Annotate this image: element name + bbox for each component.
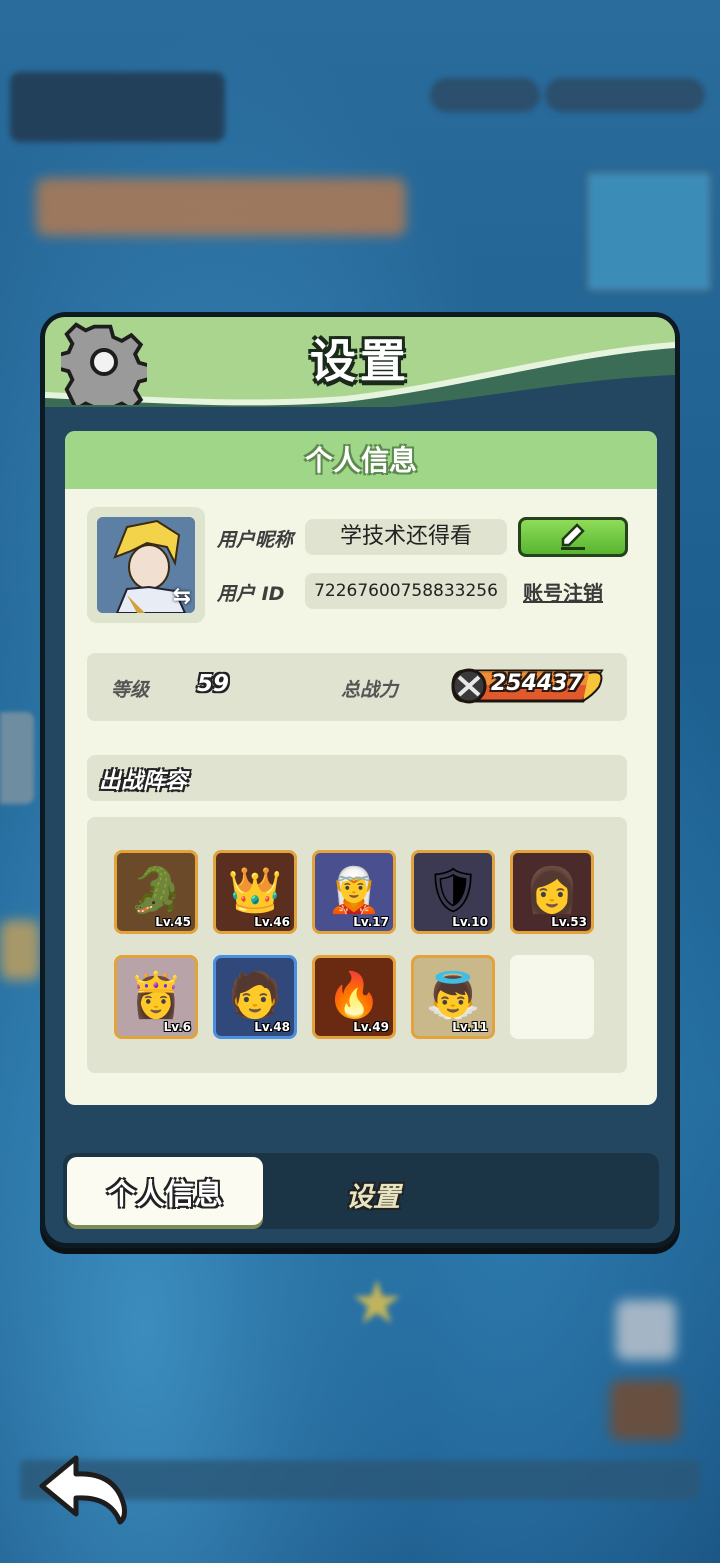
user-id-field: 72267600758833256 bbox=[305, 573, 507, 609]
hero-slot[interactable]: 🛡 Lv.10 bbox=[411, 850, 495, 934]
tab-settings-label: 设置 bbox=[346, 1182, 400, 1213]
tab-personal-info-label: 个人信息 bbox=[106, 1177, 223, 1211]
nickname-field: 学技术还得看 bbox=[305, 519, 507, 555]
king-hero-icon: 👑 bbox=[227, 865, 283, 917]
tab-bar: 个人信息 设置 bbox=[63, 1153, 659, 1229]
dialog-header: 设置 bbox=[45, 317, 675, 407]
empty-hero-slot[interactable] bbox=[510, 955, 594, 1039]
hero-level: Lv.10 bbox=[452, 915, 488, 929]
blurred-right-icon-2 bbox=[610, 1380, 680, 1440]
hero-slot[interactable]: 👼 Lv.11 bbox=[411, 955, 495, 1039]
lineup-grid: 🐊 Lv.45 👑 Lv.46 🧝 Lv.17 🛡 Lv.10 👩 Lv.53 👸 Lv.6 🧑 Lv.4… bbox=[87, 817, 627, 1073]
hero-level: Lv.48 bbox=[254, 1020, 290, 1034]
pencil-icon bbox=[561, 523, 585, 550]
back-arrow-icon[interactable] bbox=[36, 1452, 132, 1526]
fire-golem-hero-icon: 🔥 bbox=[326, 970, 382, 1022]
hero-level: Lv.11 bbox=[452, 1020, 488, 1034]
settings-dialog: 设置 个人信息 ⇆ 用户昵称 学技术还得看 用户 ID 722676007588… bbox=[40, 312, 680, 1248]
total-power-badge: 254437 bbox=[451, 667, 607, 705]
hero-level: Lv.45 bbox=[155, 915, 191, 929]
crocodile-hero-icon: 🐊 bbox=[128, 865, 184, 917]
armored-knight-hero-icon: 🛡 bbox=[425, 865, 481, 917]
swap-avatar-icon[interactable]: ⇆ bbox=[173, 584, 191, 609]
hero-level: Lv.46 bbox=[254, 915, 290, 929]
blurred-hero-icons bbox=[36, 178, 406, 236]
level-value: 59 bbox=[197, 671, 230, 697]
lineup-title: 出战阵容 bbox=[99, 769, 188, 794]
hero-slot[interactable]: 🐊 Lv.45 bbox=[114, 850, 198, 934]
hero-slot[interactable]: 👑 Lv.46 bbox=[213, 850, 297, 934]
tab-personal-info[interactable]: 个人信息 bbox=[67, 1157, 263, 1225]
hero-slot[interactable]: 🧑 Lv.48 bbox=[213, 955, 297, 1039]
hero-slot[interactable]: 👩 Lv.53 bbox=[510, 850, 594, 934]
blurred-player-bar bbox=[10, 72, 225, 142]
dialog-title: 设置 bbox=[310, 334, 410, 388]
hero-slot[interactable]: 🔥 Lv.49 bbox=[312, 955, 396, 1039]
blurred-star: ★ bbox=[350, 1268, 404, 1338]
personal-info-header: 个人信息 bbox=[65, 431, 657, 489]
nickname-label: 用户昵称 bbox=[217, 529, 294, 551]
hero-level: Lv.17 bbox=[353, 915, 389, 929]
personal-info-panel: 个人信息 ⇆ 用户昵称 学技术还得看 用户 ID 722676007588332… bbox=[65, 431, 657, 1105]
hero-slot[interactable]: 🧝 Lv.17 bbox=[312, 850, 396, 934]
total-power-label: 总战力 bbox=[341, 679, 399, 701]
blurred-side-icon bbox=[0, 920, 40, 980]
edit-nickname-button[interactable] bbox=[518, 517, 628, 557]
opera-hero-icon: 👸 bbox=[128, 970, 184, 1022]
hero-level: Lv.49 bbox=[353, 1020, 389, 1034]
avatar-frame: ⇆ bbox=[87, 507, 205, 623]
tab-settings[interactable]: 设置 bbox=[293, 1167, 453, 1217]
blurred-right-icon bbox=[616, 1300, 676, 1360]
user-id-label: 用户 ID bbox=[217, 583, 285, 605]
total-power-value: 254437 bbox=[491, 671, 583, 696]
blurred-gem-counter bbox=[430, 78, 540, 112]
account-deletion-link[interactable]: 账号注销 bbox=[523, 577, 603, 606]
red-hair-hero-icon: 👩 bbox=[524, 865, 580, 917]
blurred-minimap bbox=[585, 170, 713, 293]
hero-slot[interactable]: 👸 Lv.6 bbox=[114, 955, 198, 1039]
stats-row: 等级 59 总战力 254437 bbox=[87, 653, 627, 721]
hero-level: Lv.6 bbox=[163, 1020, 191, 1034]
blurred-side-button bbox=[0, 712, 34, 804]
blonde-hero-icon: 🧑 bbox=[227, 970, 283, 1022]
white-wing-hero-icon: 👼 bbox=[425, 970, 481, 1022]
lineup-header: 出战阵容 bbox=[87, 755, 627, 801]
level-label: 等级 bbox=[111, 679, 150, 701]
personal-info-title: 个人信息 bbox=[304, 444, 417, 477]
hero-level: Lv.53 bbox=[551, 915, 587, 929]
blurred-coin-counter bbox=[545, 78, 705, 112]
blue-hair-hero-icon: 🧝 bbox=[326, 865, 382, 917]
avatar[interactable]: ⇆ bbox=[97, 517, 195, 613]
